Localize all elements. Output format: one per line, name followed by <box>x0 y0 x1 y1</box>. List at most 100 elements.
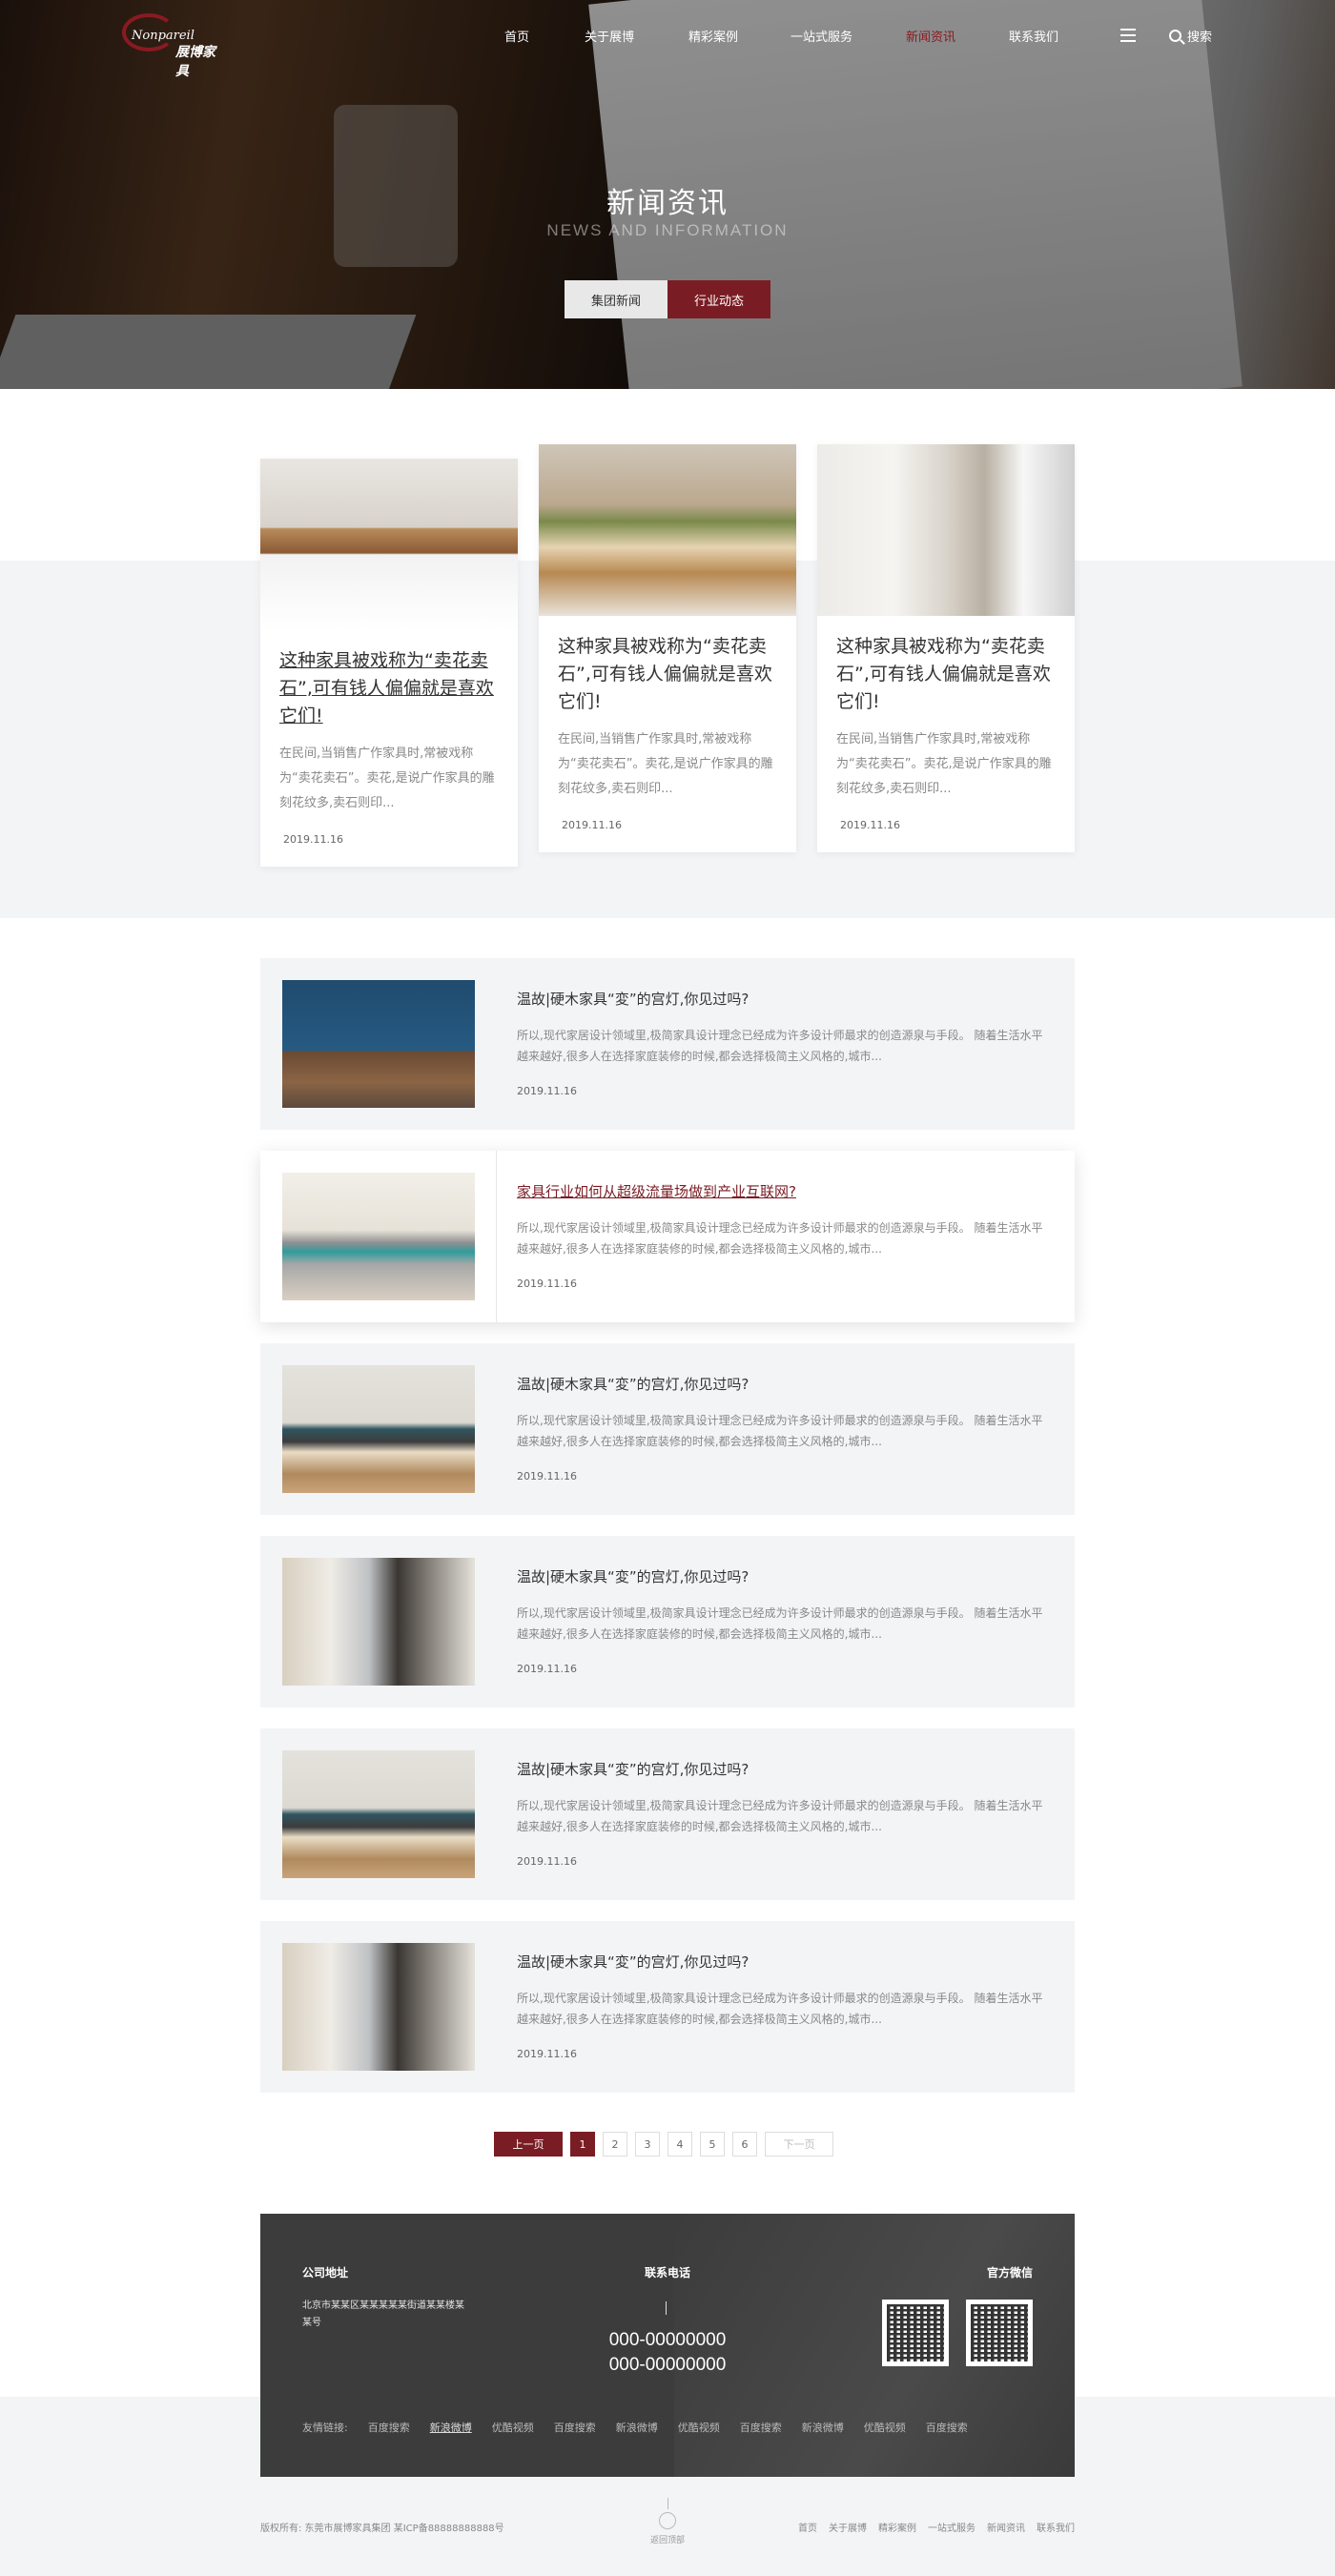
footer-contact-box: 公司地址 北京市某某区某某某某某街道某某楼某某号 联系电话 000-000000… <box>260 2214 1075 2477</box>
friend-link[interactable]: 优酷视频 <box>864 2420 906 2435</box>
wechat-qr-code <box>966 2300 1033 2366</box>
phone-title: 联系电话 <box>644 2266 690 2280</box>
footer-nav-service[interactable]: 一站式服务 <box>928 2520 976 2534</box>
phone-number: 000-00000000 <box>608 2355 727 2375</box>
news-thumbnail <box>282 1173 475 1300</box>
card-image <box>539 444 796 616</box>
card-desc: 在民间,当销售广作家具时,常被戏称为“卖花卖石”。卖花,是说广作家具的雕刻花纹多… <box>279 746 495 810</box>
wechat-qr-code <box>882 2300 949 2366</box>
page-1-button[interactable]: 1 <box>570 2132 595 2157</box>
news-desc: 所以,现代家居设计领域里,极简家具设计理念已经成为许多设计师最求的创造源泉与手段… <box>517 1221 1043 1256</box>
featured-card[interactable]: 这种家具被戏称为“卖花卖石”,可有钱人偏偏就是喜欢它们! 在民间,当销售广作家具… <box>260 459 518 867</box>
news-date: 2019.11.16 <box>517 1663 577 1675</box>
footer-nav-cases[interactable]: 精彩案例 <box>878 2520 916 2534</box>
card-title[interactable]: 这种家具被戏称为“卖花卖石”,可有钱人偏偏就是喜欢它们! <box>260 630 518 730</box>
news-thumbnail <box>282 1943 475 2071</box>
news-title[interactable]: 温故|硬木家具“変”的宫灯,你见过吗? <box>517 1374 749 1394</box>
news-list-item[interactable]: 温故|硬木家具“変”的宫灯,你见过吗? 所以,现代家居设计领域里,极简家具设计理… <box>260 1536 1075 1707</box>
news-list-item[interactable]: 温故|硬木家具“変”的宫灯,你见过吗? 所以,现代家居设计领域里,极简家具设计理… <box>260 1343 1075 1515</box>
friend-link[interactable]: 优酷视频 <box>678 2420 720 2435</box>
phone-number: 000-00000000 <box>608 2330 727 2350</box>
page-3-button[interactable]: 3 <box>635 2132 660 2157</box>
news-desc: 所以,现代家居设计领域里,极简家具设计理念已经成为许多设计师最求的创造源泉与手段… <box>517 1799 1043 1833</box>
news-desc: 所以,现代家居设计领域里,极简家具设计理念已经成为许多设计师最求的创造源泉与手段… <box>517 1414 1043 1448</box>
friend-links: 友情链接: 百度搜索 新浪微博 优酷视频 百度搜索 新浪微博 优酷视频 百度搜索… <box>302 2420 1046 2435</box>
hero-banner: Nonpareil 展博家具 首页 关于展博 精彩案例 一站式服务 新闻资讯 联… <box>0 0 1335 389</box>
nav-item-home[interactable]: 首页 <box>504 27 529 45</box>
page-4-button[interactable]: 4 <box>668 2132 692 2157</box>
footer-nav-news[interactable]: 新闻资讯 <box>987 2520 1025 2534</box>
news-list-item[interactable]: 温故|硬木家具“変”的宫灯,你见过吗? 所以,现代家居设计领域里,极简家具设计理… <box>260 1921 1075 2093</box>
divider <box>496 1151 497 1322</box>
friend-link[interactable]: 百度搜索 <box>740 2420 782 2435</box>
menu-icon[interactable] <box>1120 29 1136 42</box>
featured-card[interactable]: 这种家具被戏称为“卖花卖石”,可有钱人偏偏就是喜欢它们! 在民间,当销售广作家具… <box>539 444 796 852</box>
footer-nav-about[interactable]: 关于展博 <box>829 2520 867 2534</box>
tab-group-news[interactable]: 集团新闻 <box>565 280 668 318</box>
nav-item-contact[interactable]: 联系我们 <box>1009 27 1058 45</box>
friend-link[interactable]: 百度搜索 <box>926 2420 968 2435</box>
card-title[interactable]: 这种家具被戏称为“卖花卖石”,可有钱人偏偏就是喜欢它们! <box>817 616 1075 716</box>
friend-link[interactable]: 优酷视频 <box>492 2420 534 2435</box>
wechat-title: 官方微信 <box>986 2266 1033 2280</box>
card-title[interactable]: 这种家具被戏称为“卖花卖石”,可有钱人偏偏就是喜欢它们! <box>539 616 796 716</box>
nav-item-service[interactable]: 一站式服务 <box>791 27 852 45</box>
search-icon <box>1169 30 1181 42</box>
news-title[interactable]: 家具行业如何从超级流量场做到产业互联网? <box>517 1181 796 1201</box>
arrow-up-icon <box>659 2512 676 2529</box>
footer-nav-home[interactable]: 首页 <box>798 2520 817 2534</box>
nav-item-news[interactable]: 新闻资讯 <box>906 27 955 45</box>
page-title: 新闻资讯 <box>606 187 729 220</box>
news-date: 2019.11.16 <box>517 1855 577 1868</box>
page-5-button[interactable]: 5 <box>700 2132 725 2157</box>
news-list-item[interactable]: 温故|硬木家具“変”的宫灯,你见过吗? 所以,现代家居设计领域里,极简家具设计理… <box>260 1728 1075 1900</box>
search-button[interactable]: 搜索 <box>1169 27 1212 45</box>
card-date: 2019.11.16 <box>283 833 343 846</box>
news-title[interactable]: 温故|硬木家具“変”的宫灯,你见过吗? <box>517 1759 749 1779</box>
friend-link[interactable]: 新浪微博 <box>802 2420 844 2435</box>
featured-card[interactable]: 这种家具被戏称为“卖花卖石”,可有钱人偏偏就是喜欢它们! 在民间,当销售广作家具… <box>817 444 1075 852</box>
friend-link[interactable]: 百度搜索 <box>368 2420 410 2435</box>
news-date: 2019.11.16 <box>517 1470 577 1482</box>
card-date: 2019.11.16 <box>562 819 622 831</box>
news-title[interactable]: 温故|硬木家具“変”的宫灯,你见过吗? <box>517 989 749 1009</box>
news-thumbnail <box>282 980 475 1108</box>
card-desc: 在民间,当销售广作家具时,常被戏称为“卖花卖石”。卖花,是说广作家具的雕刻花纹多… <box>558 732 773 796</box>
address-text: 北京市某某区某某某某某街道某某楼某某号 <box>302 2300 464 2328</box>
back-to-top-label: 返回顶部 <box>649 2536 685 2545</box>
friend-link[interactable]: 新浪微博 <box>430 2420 472 2435</box>
friend-link[interactable]: 百度搜索 <box>554 2420 596 2435</box>
news-title[interactable]: 温故|硬木家具“変”的宫灯,你见过吗? <box>517 1566 749 1586</box>
next-page-button[interactable]: 下一页 <box>765 2132 833 2157</box>
friend-link[interactable]: 新浪微博 <box>616 2420 658 2435</box>
copyright-text: 版权所有: 东莞市展博家具集团 某ICP备88888888888号 <box>260 2524 504 2534</box>
prev-page-button[interactable]: 上一页 <box>494 2132 563 2157</box>
news-date: 2019.11.16 <box>517 1278 577 1290</box>
news-title[interactable]: 温故|硬木家具“変”的宫灯,你见过吗? <box>517 1952 749 1972</box>
news-desc: 所以,现代家居设计领域里,极简家具设计理念已经成为许多设计师最求的创造源泉与手段… <box>517 1992 1043 2026</box>
news-list-item[interactable]: 温故|硬木家具“変”的宫灯,你见过吗? 所以,现代家居设计领域里,极简家具设计理… <box>260 958 1075 1130</box>
card-date: 2019.11.16 <box>840 819 900 831</box>
news-date: 2019.11.16 <box>517 2048 577 2060</box>
card-image <box>260 459 518 630</box>
search-label: 搜索 <box>1187 31 1213 45</box>
page-6-button[interactable]: 6 <box>732 2132 757 2157</box>
pagination: 上一页 1 2 3 4 5 6 下一页 <box>494 2132 833 2157</box>
news-category-tabs: 集团新闻 行业动态 <box>565 280 770 318</box>
footer-nav-contact[interactable]: 联系我们 <box>1037 2520 1075 2534</box>
nav-item-about[interactable]: 关于展博 <box>585 27 634 45</box>
page-2-button[interactable]: 2 <box>603 2132 627 2157</box>
card-desc: 在民间,当销售广作家具时,常被戏称为“卖花卖石”。卖花,是说广作家具的雕刻花纹多… <box>836 732 1052 796</box>
news-thumbnail <box>282 1750 475 1878</box>
news-thumbnail <box>282 1558 475 1686</box>
nav-item-cases[interactable]: 精彩案例 <box>688 27 738 45</box>
phone-divider <box>666 2301 667 2315</box>
news-list-item[interactable]: 家具行业如何从超级流量场做到产业互联网? 所以,现代家居设计领域里,极简家具设计… <box>260 1151 1075 1322</box>
logo-cn-text: 展博家具 <box>175 45 216 79</box>
page-subtitle: NEWS AND INFORMATION <box>546 221 789 239</box>
card-image <box>817 444 1075 616</box>
news-date: 2019.11.16 <box>517 1085 577 1097</box>
tab-industry-news[interactable]: 行业动态 <box>668 280 770 318</box>
back-to-top-button[interactable]: 返回顶部 <box>639 2498 696 2545</box>
news-thumbnail <box>282 1365 475 1493</box>
